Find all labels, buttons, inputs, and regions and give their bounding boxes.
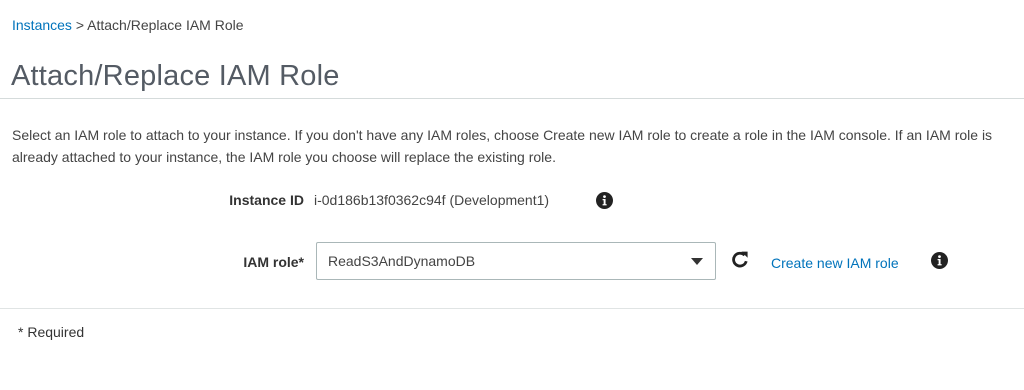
iam-role-label: IAM role* (243, 254, 304, 270)
instance-id-label: Instance ID (229, 192, 304, 208)
breadcrumb: Instances > Attach/Replace IAM Role (12, 17, 244, 33)
breadcrumb-instances-link[interactable]: Instances (12, 17, 72, 33)
chevron-down-icon (691, 258, 703, 265)
page-title: Attach/Replace IAM Role (11, 60, 340, 92)
refresh-icon[interactable] (730, 250, 750, 270)
instance-info-icon[interactable] (596, 192, 613, 209)
instance-id-value: i-0d186b13f0362c94f (Development1) (314, 192, 550, 208)
attach-iam-role-page: Instances > Attach/Replace IAM Role Atta… (0, 0, 1024, 390)
required-note: * Required (18, 324, 85, 340)
create-new-iam-role-link[interactable]: Create new IAM role (771, 255, 899, 271)
title-divider (0, 98, 1024, 99)
iam-role-selected-value: ReadS3AndDynamoDB (328, 253, 476, 269)
iam-role-select[interactable]: ReadS3AndDynamoDB (316, 242, 716, 280)
form-divider (0, 308, 1024, 309)
breadcrumb-separator: > (71, 17, 88, 33)
breadcrumb-current: Attach/Replace IAM Role (87, 17, 244, 33)
description-text: Select an IAM role to attach to your ins… (12, 127, 993, 165)
iam-role-info-icon[interactable] (931, 252, 948, 269)
